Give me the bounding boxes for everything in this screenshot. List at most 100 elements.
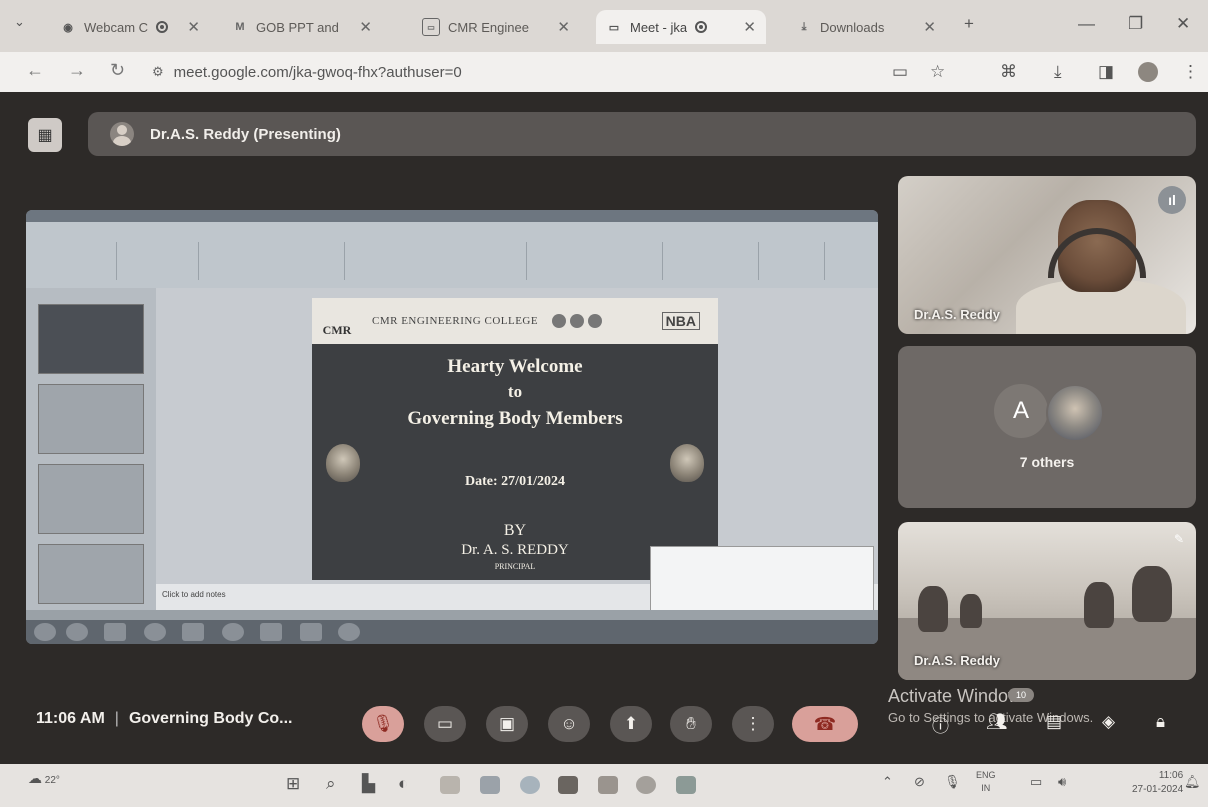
tray-chevron-icon[interactable]: ⌃: [882, 774, 893, 790]
tab-title: Downloads: [820, 19, 885, 35]
chat-app-icon[interactable]: ◐: [398, 774, 408, 794]
store-icon[interactable]: [480, 776, 500, 794]
tab-webcam[interactable]: ◉ Webcam C ✕: [50, 10, 210, 44]
slide-header: CMR CMR ENGINEERING COLLEGE NBA: [312, 298, 718, 344]
room-participant: [1132, 566, 1172, 622]
forward-icon[interactable]: →: [68, 60, 86, 81]
language-indicator[interactable]: ENG IN: [976, 769, 996, 795]
activities-icon[interactable]: ◈: [1102, 712, 1115, 732]
tab-title: Webcam C: [84, 19, 149, 35]
shared-taskbar: [26, 620, 878, 644]
url-field[interactable]: ⚙ meet.google.com/jka-gwoq-fhx?authuser=…: [152, 57, 872, 87]
ribbon-group: [764, 242, 825, 280]
notification-popup[interactable]: [650, 546, 874, 612]
tray-mic-icon[interactable]: 🎙︎: [944, 774, 961, 790]
minimize-icon[interactable]: —: [1078, 14, 1095, 34]
slide-thumbnail[interactable]: [38, 544, 144, 604]
new-tab-icon[interactable]: +: [964, 14, 974, 34]
participant-avatar-photo: [1046, 384, 1104, 442]
language-code: ENG: [976, 770, 996, 780]
end-call-button[interactable]: ☎︎: [792, 706, 858, 742]
meet-icon: ▭: [608, 21, 620, 34]
notification-bell-icon[interactable]: 🔔︎: [1184, 774, 1201, 790]
present-icon: ⬆: [623, 714, 639, 733]
tab-classroom[interactable]: ▭ CMR Enginee ✕: [412, 10, 580, 44]
meeting-info: 11:06 AM | Governing Body Co...: [36, 710, 293, 727]
tab-downloads[interactable]: ⤓ Downloads ✕: [786, 10, 946, 44]
recording-icon: [695, 21, 708, 33]
slide-heading: Hearty Welcome: [447, 356, 583, 377]
raise-hand-button[interactable]: ✋︎: [670, 706, 712, 742]
slide-thumbnail[interactable]: [38, 304, 144, 374]
pin-icon[interactable]: ✎: [1174, 532, 1184, 546]
people-count-badge: 10: [1008, 688, 1034, 702]
tab-title: GOB PPT and: [256, 19, 339, 35]
extensions-icon[interactable]: ⌘: [1000, 62, 1017, 82]
tab-search-chevron-icon[interactable]: ⌄: [14, 14, 25, 30]
close-tab-icon[interactable]: ✕: [923, 18, 936, 36]
browser-tab-strip: ⌄ ◉ Webcam C ✕ M GOB PPT and ✕ ▭ CMR Eng…: [0, 0, 1208, 52]
close-tab-icon[interactable]: ✕: [359, 18, 372, 36]
slide-thumbnail[interactable]: [38, 464, 144, 534]
site-settings-icon[interactable]: ⚙: [152, 64, 164, 80]
volume-icon[interactable]: 🔊︎: [1058, 774, 1066, 790]
ppt-titlebar: [26, 210, 878, 222]
taskbar-clock[interactable]: 11:06 27-01-2024: [1132, 769, 1183, 797]
chrome-taskbar-icon[interactable]: [636, 776, 656, 794]
start-icon[interactable]: ⊞: [286, 774, 300, 794]
reload-icon[interactable]: ↻: [110, 60, 125, 81]
slide-heading-members: Governing Body Members: [407, 408, 623, 429]
close-tab-icon[interactable]: ✕: [187, 18, 200, 36]
slide-heading-to: to: [507, 382, 523, 401]
layout-toggle-icon[interactable]: ▦: [28, 118, 62, 152]
downloads-icon[interactable]: ⤓: [1054, 62, 1062, 82]
task-view-icon[interactable]: ▙: [362, 774, 375, 794]
more-options-button[interactable]: ⋮: [732, 706, 774, 742]
participant-tile-room[interactable]: ✎ Dr.A.S. Reddy: [898, 522, 1196, 680]
app-icon[interactable]: [558, 776, 578, 794]
edge-icon[interactable]: [520, 776, 540, 794]
profile-avatar[interactable]: [1138, 62, 1158, 82]
presenter-avatar: [110, 122, 134, 146]
bookmark-star-icon[interactable]: ☆: [930, 62, 945, 82]
reactions-button[interactable]: ☺: [548, 706, 590, 742]
participant-tile-others[interactable]: A 7 others: [898, 346, 1196, 508]
captions-button[interactable]: ▣: [486, 706, 528, 742]
search-icon[interactable]: ⌕: [326, 774, 336, 794]
menu-dots-icon[interactable]: ⋮: [1182, 62, 1199, 82]
slide-thumbnail[interactable]: [38, 384, 144, 454]
explorer-icon[interactable]: [440, 776, 460, 794]
app-icon: [338, 623, 360, 641]
back-icon[interactable]: ←: [26, 60, 44, 81]
chat-icon[interactable]: ▤: [1046, 712, 1062, 732]
presenting-banner: Dr.A.S. Reddy (Presenting): [88, 112, 1196, 156]
word-icon[interactable]: [676, 776, 696, 794]
side-panel-icon[interactable]: ◨: [1098, 62, 1114, 82]
info-icon[interactable]: ⓘ: [932, 712, 949, 737]
college-logo: CMR: [322, 323, 352, 337]
weather-icon: ☁: [28, 770, 42, 786]
close-tab-icon[interactable]: ✕: [743, 18, 756, 36]
restore-icon[interactable]: ❐: [1128, 14, 1143, 34]
present-button[interactable]: ⬆: [610, 706, 652, 742]
cast-icon[interactable]: ▭: [892, 62, 908, 82]
weather-widget[interactable]: ☁ 22°: [28, 770, 60, 787]
clock-time: 11:06: [1158, 770, 1184, 781]
camera-icon: ▭: [436, 714, 454, 733]
tray-app-icon[interactable]: ⊘: [914, 774, 925, 790]
close-tab-icon[interactable]: ✕: [557, 18, 570, 36]
close-window-icon[interactable]: ✕: [1176, 14, 1190, 34]
host-controls-icon[interactable]: 🔒︎: [1156, 712, 1165, 732]
camera-toggle-button[interactable]: ▭: [424, 706, 466, 742]
tab-gmail[interactable]: M GOB PPT and ✕: [222, 10, 382, 44]
tab-meet[interactable]: ▭ Meet - jka ✕: [596, 10, 766, 44]
participant-avatar-letter: A: [994, 384, 1048, 438]
participant-tile-presenter[interactable]: ıl Dr.A.S. Reddy: [898, 176, 1196, 334]
windows-taskbar: ☁ 22° ⊞ ⌕ ▙ ◐ ⌃ ⊘ 🎙︎ ENG IN ▭ 🔊︎ 11:06 2…: [0, 764, 1208, 807]
people-icon[interactable]: 👥︎: [986, 712, 1008, 732]
mic-toggle-button[interactable]: 🎙︎: [362, 706, 404, 742]
ie-icon: [66, 623, 88, 641]
slide-date: Date: 27/01/2024: [465, 474, 565, 489]
teams-icon[interactable]: [598, 776, 618, 794]
network-icon[interactable]: ▭: [1030, 774, 1042, 790]
